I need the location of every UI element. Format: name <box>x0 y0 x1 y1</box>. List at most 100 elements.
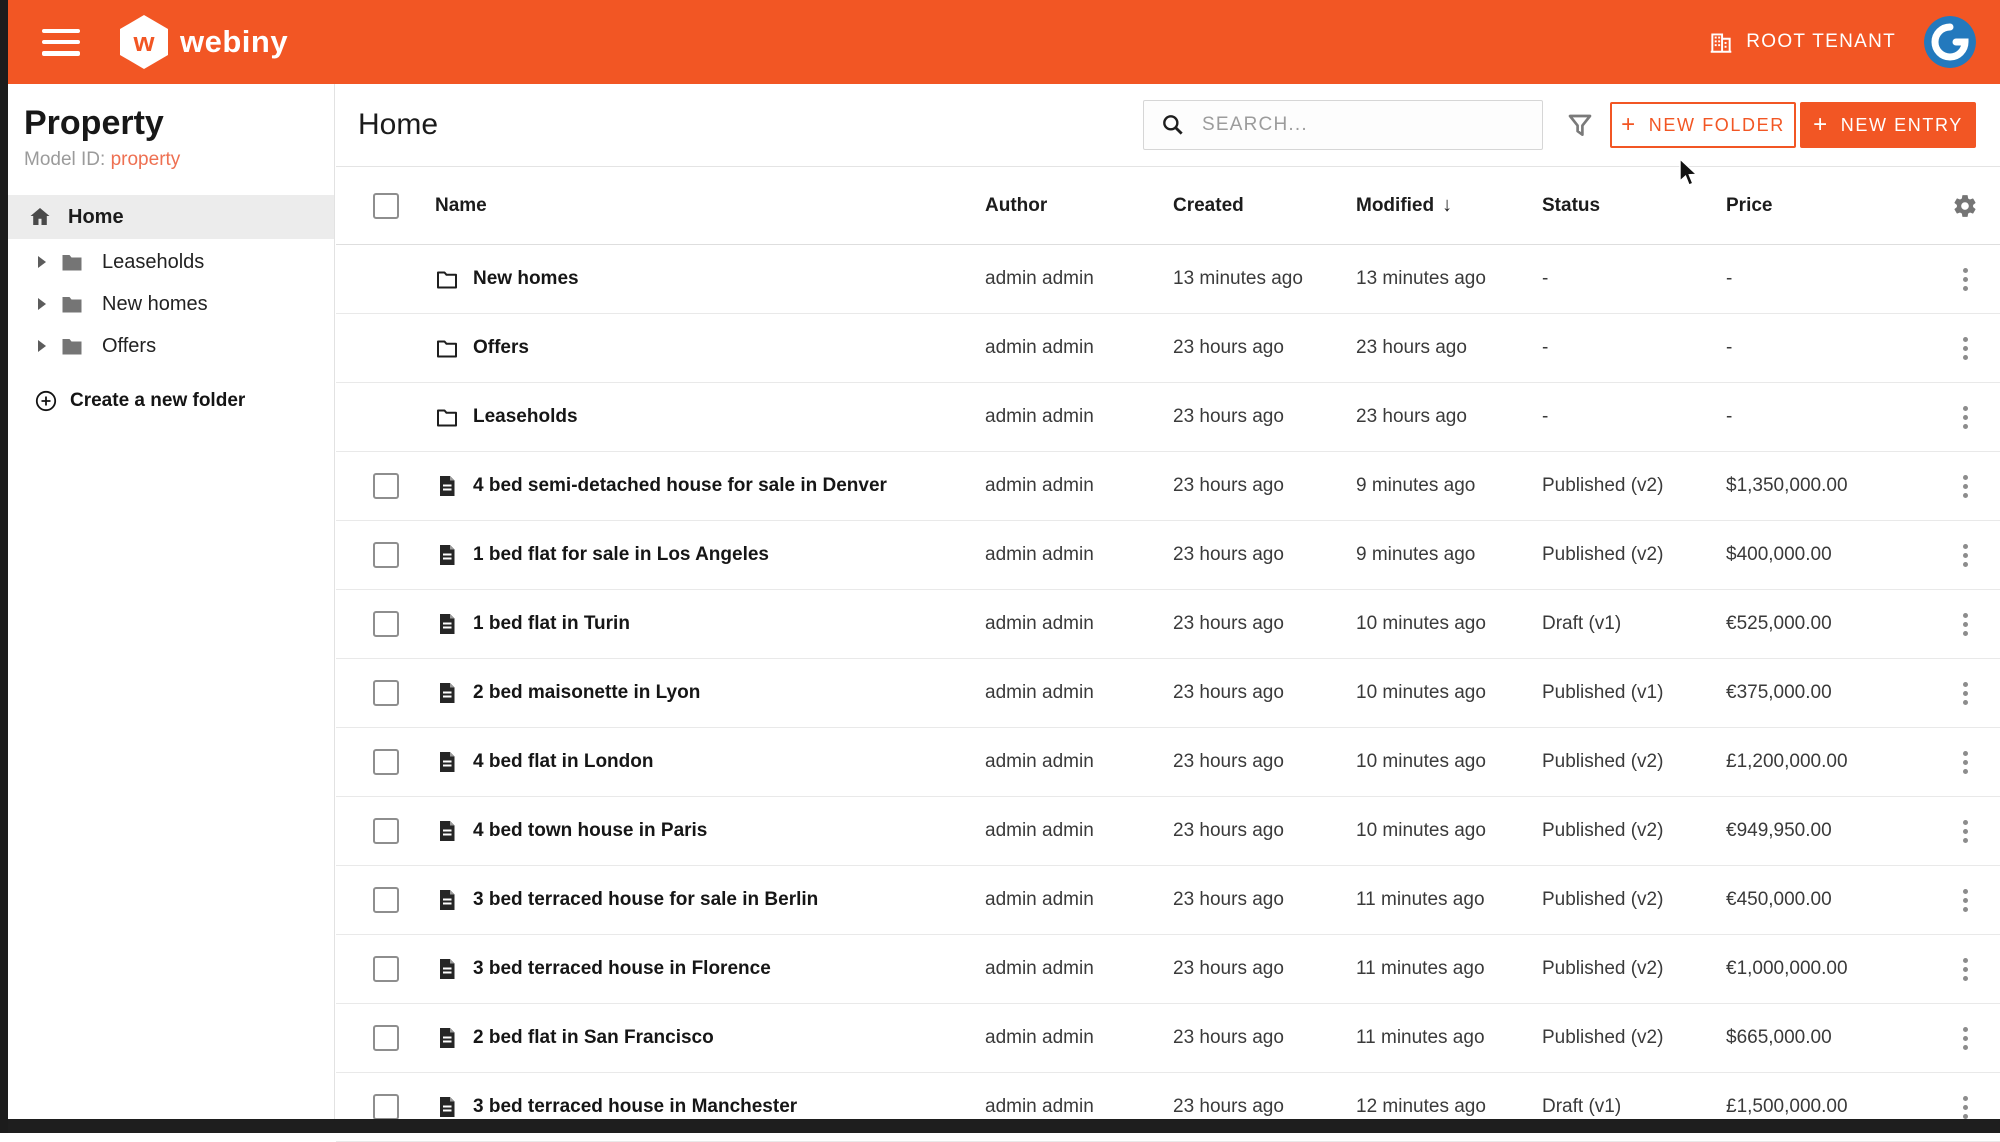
row-checkbox[interactable] <box>373 887 399 913</box>
sidebar-item-home[interactable]: Home <box>8 195 334 239</box>
row-name-cell[interactable]: 1 bed flat for sale in Los Angeles <box>435 543 985 567</box>
row-name: Leaseholds <box>473 406 578 428</box>
kebab-menu-icon[interactable] <box>1957 400 1974 435</box>
kebab-menu-icon[interactable] <box>1957 1021 1974 1056</box>
row-modified: 11 minutes ago <box>1356 958 1542 980</box>
kebab-menu-icon[interactable] <box>1957 676 1974 711</box>
kebab-menu-icon[interactable] <box>1957 607 1974 642</box>
sidebar-folder-item[interactable]: Leaseholds <box>8 241 334 283</box>
table-row[interactable]: 3 bed terraced house in Florenceadmin ad… <box>336 935 2000 1004</box>
row-checkbox[interactable] <box>373 1025 399 1051</box>
row-name-cell[interactable]: 3 bed terraced house in Manchester <box>435 1095 985 1119</box>
new-folder-button[interactable]: + NEW FOLDER <box>1610 102 1796 148</box>
row-name: 4 bed town house in Paris <box>473 820 707 842</box>
create-folder-button[interactable]: Create a new folder <box>8 379 334 423</box>
row-author: admin admin <box>985 268 1173 290</box>
row-name-cell[interactable]: 2 bed maisonette in Lyon <box>435 681 985 705</box>
kebab-menu-icon[interactable] <box>1957 883 1974 918</box>
select-all-checkbox[interactable] <box>373 193 399 219</box>
row-price: $400,000.00 <box>1726 544 1930 566</box>
table-row[interactable]: 2 bed maisonette in Lyonadmin admin23 ho… <box>336 659 2000 728</box>
row-actions-cell <box>1930 883 2000 918</box>
tenant-selector[interactable]: ROOT TENANT <box>1708 29 1896 55</box>
table-row[interactable]: 3 bed terraced house for sale in Berlina… <box>336 866 2000 935</box>
row-name-cell[interactable]: New homes <box>435 267 985 291</box>
kebab-menu-icon[interactable] <box>1957 331 1974 366</box>
kebab-menu-icon[interactable] <box>1957 814 1974 849</box>
search-input[interactable] <box>1200 113 1542 137</box>
table-row[interactable]: Offersadmin admin23 hours ago23 hours ag… <box>336 314 2000 383</box>
row-checkbox[interactable] <box>373 1094 399 1120</box>
gear-icon[interactable] <box>1952 193 1978 219</box>
document-icon <box>435 1095 459 1119</box>
model-title: Property <box>24 104 334 143</box>
row-name-cell[interactable]: Offers <box>435 336 985 360</box>
row-checkbox[interactable] <box>373 956 399 982</box>
row-actions-cell <box>1930 331 2000 366</box>
new-entry-button[interactable]: + NEW ENTRY <box>1800 102 1976 148</box>
row-name-cell[interactable]: Leaseholds <box>435 405 985 429</box>
column-header-name[interactable]: Name <box>435 195 985 217</box>
row-status: Published (v2) <box>1542 544 1726 566</box>
chevron-right-icon[interactable] <box>38 298 46 310</box>
row-modified: 10 minutes ago <box>1356 820 1542 842</box>
kebab-menu-icon[interactable] <box>1957 469 1974 504</box>
table-row[interactable]: 2 bed flat in San Franciscoadmin admin23… <box>336 1004 2000 1073</box>
hamburger-menu-icon[interactable] <box>42 29 80 56</box>
row-name-cell[interactable]: 1 bed flat in Turin <box>435 612 985 636</box>
column-header-created[interactable]: Created <box>1173 195 1356 217</box>
row-name-cell[interactable]: 2 bed flat in San Francisco <box>435 1026 985 1050</box>
row-check-cell <box>336 1094 435 1120</box>
row-author: admin admin <box>985 1027 1173 1049</box>
create-folder-label: Create a new folder <box>70 390 245 412</box>
row-created: 23 hours ago <box>1173 889 1356 911</box>
table-row[interactable]: 1 bed flat in Turinadmin admin23 hours a… <box>336 590 2000 659</box>
row-name-cell[interactable]: 4 bed town house in Paris <box>435 819 985 843</box>
column-header-status[interactable]: Status <box>1542 195 1726 217</box>
table-row[interactable]: 1 bed flat for sale in Los Angelesadmin … <box>336 521 2000 590</box>
model-id-value: property <box>111 149 181 170</box>
row-checkbox[interactable] <box>373 542 399 568</box>
filter-icon[interactable] <box>1564 110 1596 142</box>
column-header-modified[interactable]: Modified ↓ <box>1356 194 1542 217</box>
row-check-cell <box>336 887 435 913</box>
row-checkbox[interactable] <box>373 818 399 844</box>
page-title: Home <box>358 108 438 142</box>
chevron-right-icon[interactable] <box>38 340 46 352</box>
table-row[interactable]: Leaseholdsadmin admin23 hours ago23 hour… <box>336 383 2000 452</box>
sidebar-folder-item[interactable]: New homes <box>8 283 334 325</box>
plus-icon: + <box>1813 113 1829 137</box>
chevron-right-icon[interactable] <box>38 256 46 268</box>
row-checkbox[interactable] <box>373 749 399 775</box>
row-checkbox[interactable] <box>373 473 399 499</box>
row-name-cell[interactable]: 3 bed terraced house in Florence <box>435 957 985 981</box>
row-checkbox[interactable] <box>373 680 399 706</box>
table-row[interactable]: New homesadmin admin13 minutes ago13 min… <box>336 245 2000 314</box>
row-author: admin admin <box>985 475 1173 497</box>
model-id-label: Model ID: <box>24 149 105 170</box>
column-header-price[interactable]: Price <box>1726 195 1930 217</box>
row-checkbox[interactable] <box>373 611 399 637</box>
row-author: admin admin <box>985 1096 1173 1118</box>
row-status: Published (v2) <box>1542 751 1726 773</box>
row-name-cell[interactable]: 4 bed semi-detached house for sale in De… <box>435 474 985 498</box>
row-name-cell[interactable]: 4 bed flat in London <box>435 750 985 774</box>
row-name: 1 bed flat for sale in Los Angeles <box>473 544 769 566</box>
row-status: - <box>1542 268 1726 290</box>
row-status: Published (v2) <box>1542 1027 1726 1049</box>
kebab-menu-icon[interactable] <box>1957 538 1974 573</box>
row-price: €375,000.00 <box>1726 682 1930 704</box>
column-header-author[interactable]: Author <box>985 195 1173 217</box>
kebab-menu-icon[interactable] <box>1957 262 1974 297</box>
kebab-menu-icon[interactable] <box>1957 952 1974 987</box>
user-avatar[interactable] <box>1924 16 1976 68</box>
sidebar-folder-item[interactable]: Offers <box>8 325 334 367</box>
row-modified: 23 hours ago <box>1356 406 1542 428</box>
kebab-menu-icon[interactable] <box>1957 745 1974 780</box>
table-row[interactable]: 4 bed semi-detached house for sale in De… <box>336 452 2000 521</box>
row-name-cell[interactable]: 3 bed terraced house for sale in Berlin <box>435 888 985 912</box>
table-row[interactable]: 4 bed town house in Parisadmin admin23 h… <box>336 797 2000 866</box>
new-entry-label: NEW ENTRY <box>1841 115 1963 136</box>
table-row[interactable]: 4 bed flat in Londonadmin admin23 hours … <box>336 728 2000 797</box>
row-name: 3 bed terraced house in Manchester <box>473 1096 797 1118</box>
